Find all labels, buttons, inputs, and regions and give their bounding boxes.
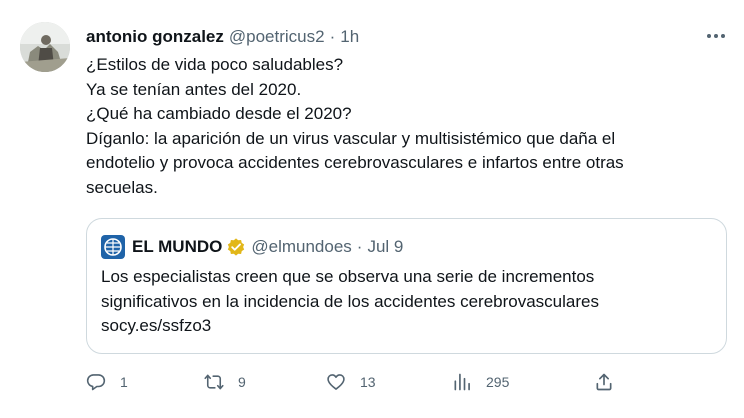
retweet-icon [204, 374, 224, 390]
verified-icon [226, 237, 246, 257]
tweet-text: ¿Estilos de vida poco saludables? Ya se … [86, 53, 726, 200]
author-handle[interactable]: @poetricus2 [229, 27, 325, 47]
views-count: 295 [486, 374, 510, 390]
more-icon[interactable] [704, 26, 728, 46]
quoted-text-line: significativos en la incidencia de los a… [101, 291, 599, 311]
quoted-author-handle[interactable]: @elmundoes [251, 237, 351, 257]
retweet-button[interactable]: 9 [204, 370, 246, 394]
reply-icon [86, 374, 106, 391]
views-icon [454, 373, 470, 391]
quoted-tweet-text: Los especialistas creen que se observa u… [101, 265, 711, 339]
separator-dot: · [356, 237, 363, 256]
quoted-text-line: Los especialistas creen que se observa u… [101, 267, 595, 286]
tweet-text-line: ¿Qué ha cambiado desde el 2020? [86, 104, 352, 123]
like-count: 13 [360, 374, 376, 390]
retweet-count: 9 [238, 374, 246, 390]
like-button[interactable]: 13 [326, 370, 376, 394]
el-mundo-logo-icon[interactable] [101, 235, 125, 259]
separator-dot: · [329, 27, 336, 46]
tweet[interactable]: antonio gonzalez @poetricus2 · 1h ¿Estil… [0, 0, 744, 418]
tweet-text-line: endotelio y provoca accidentes cerebrova… [86, 153, 624, 172]
views-button[interactable]: 295 [452, 370, 509, 394]
author-name[interactable]: antonio gonzalez [86, 27, 224, 47]
tweet-text-line: ¿Estilos de vida poco saludables? [86, 55, 344, 74]
like-icon [327, 374, 345, 390]
quoted-date[interactable]: Jul 9 [367, 237, 403, 257]
reply-button[interactable]: 1 [86, 370, 128, 394]
quoted-author-name[interactable]: EL MUNDO [132, 237, 222, 257]
quoted-link[interactable]: socy.es/ssfzo3 [101, 314, 711, 339]
tweet-text-line: Ya se tenían antes del 2020. [86, 79, 302, 99]
action-bar: 1 9 13 295 [86, 370, 726, 394]
quoted-tweet[interactable]: EL MUNDO @elmundoes · Jul 9 Los especial… [86, 218, 727, 354]
share-button[interactable] [594, 370, 614, 394]
avatar[interactable] [20, 22, 70, 72]
share-icon [596, 373, 612, 391]
timestamp[interactable]: 1h [340, 27, 359, 47]
quoted-tweet-header: EL MUNDO @elmundoes · Jul 9 [101, 235, 403, 259]
tweet-text-line: Díganlo: la aparición de un virus vascul… [86, 128, 616, 148]
reply-count: 1 [120, 374, 128, 390]
tweet-header: antonio gonzalez @poetricus2 · 1h [86, 25, 359, 49]
tweet-text-line: secuelas. [86, 177, 158, 197]
